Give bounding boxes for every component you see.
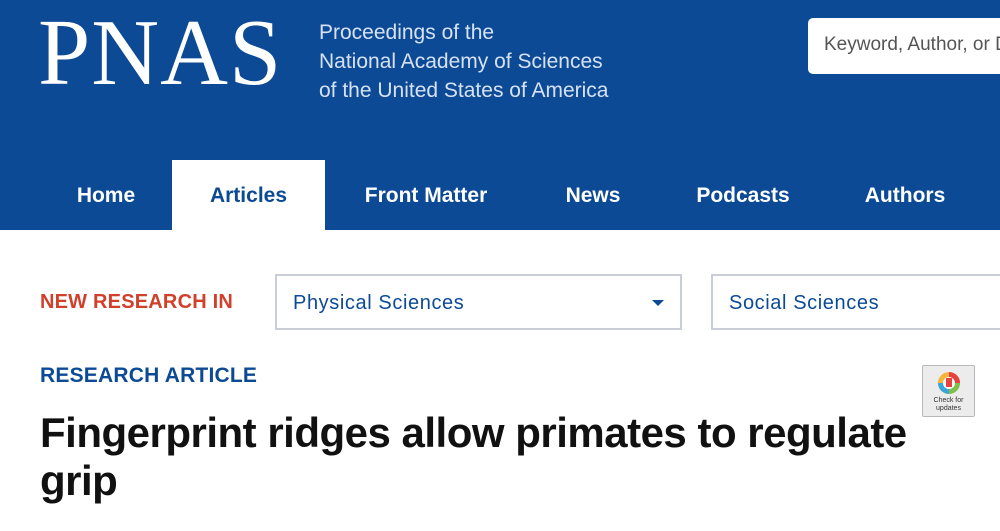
nav-item-front-matter[interactable]: Front Matter: [342, 160, 510, 230]
pnas-logo[interactable]: PNAS: [38, 6, 282, 100]
select-value: Physical Sciences: [293, 292, 465, 314]
search-box: [808, 18, 1000, 74]
nav-item-authors[interactable]: Authors: [848, 160, 962, 230]
nav-item-news[interactable]: News: [548, 160, 638, 230]
search-input[interactable]: [824, 34, 1000, 56]
journal-tagline: Proceedings of the National Academy of S…: [319, 18, 609, 105]
article-type-label: RESEARCH ARTICLE: [40, 364, 258, 387]
badge-text-line-1: Check for: [933, 397, 964, 404]
site-header: PNAS Proceedings of the National Academy…: [0, 0, 1000, 230]
crossmark-icon: [938, 372, 960, 394]
badge-text-line-2: updates: [936, 405, 961, 412]
physical-sciences-select[interactable]: Physical Sciences: [275, 274, 682, 330]
tagline-line-2: National Academy of Sciences: [319, 50, 603, 73]
chevron-down-icon: [652, 300, 664, 306]
tagline-line-1: Proceedings of the: [319, 21, 495, 44]
nav-item-articles[interactable]: Articles: [172, 160, 325, 230]
new-research-label: NEW RESEARCH IN: [40, 291, 234, 313]
badge-text: Check for updates: [923, 397, 974, 413]
nav-item-podcasts[interactable]: Podcasts: [682, 160, 804, 230]
check-for-updates-badge[interactable]: Check for updates: [922, 365, 975, 417]
select-value: Social Sciences: [729, 292, 880, 314]
main-nav: Home Articles Front Matter News Podcasts…: [0, 160, 1000, 230]
social-sciences-select[interactable]: Social Sciences: [711, 274, 1000, 330]
nav-item-home[interactable]: Home: [40, 160, 172, 230]
tagline-line-3: of the United States of America: [319, 79, 609, 102]
article-title: Fingerprint ridges allow primates to reg…: [40, 409, 907, 504]
